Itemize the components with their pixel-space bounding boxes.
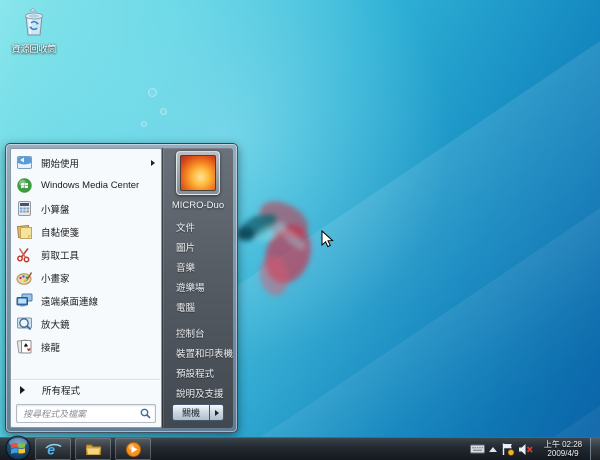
menu-item-help-and-support[interactable]: 說明及支援 bbox=[163, 383, 233, 403]
menu-item-label: 圖片 bbox=[175, 243, 195, 254]
folder-icon bbox=[85, 444, 101, 455]
show-hidden-icons-button[interactable] bbox=[487, 438, 499, 460]
shutdown-controls: 關機 bbox=[163, 404, 233, 421]
menu-item-label: 說明及支援 bbox=[175, 389, 224, 400]
show-desktop-button[interactable] bbox=[590, 438, 600, 460]
submenu-arrow-icon bbox=[150, 159, 155, 166]
menu-item-label: 開始使用 bbox=[41, 158, 80, 170]
start-menu-programs-panel: 開始使用 Windows Media Center 小算盤 自黏便箋 剪取工具 … bbox=[10, 148, 162, 428]
menu-item-remote-desktop[interactable]: 遠端桌面連線 bbox=[11, 289, 161, 312]
betta-fish-wallpaper bbox=[237, 201, 311, 296]
svg-text:♥: ♥ bbox=[27, 348, 31, 354]
menu-item-label: 控制台 bbox=[175, 329, 205, 340]
menu-item-label: Windows Media Center bbox=[41, 180, 140, 191]
taskbar: e 上午 02:28 2009/4/9 bbox=[0, 435, 600, 460]
user-picture-tile[interactable] bbox=[175, 151, 220, 195]
wallpaper-bubble bbox=[141, 121, 147, 127]
recycle-bin-icon bbox=[25, 7, 43, 36]
menu-item-getting-started[interactable]: 開始使用 bbox=[11, 151, 161, 174]
magnifier-icon bbox=[17, 317, 32, 331]
volume-button[interactable] bbox=[516, 438, 536, 460]
start-menu-bottom: 所有程式 bbox=[11, 378, 161, 423]
keyboard-icon bbox=[470, 444, 485, 454]
menu-item-calculator[interactable]: 小算盤 bbox=[11, 197, 161, 220]
menu-item-label: 文件 bbox=[175, 223, 195, 234]
shutdown-label: 關機 bbox=[181, 408, 200, 418]
solitaire-icon: ♠ ♥ bbox=[16, 339, 32, 354]
menu-item-control-panel[interactable]: 控制台 bbox=[163, 323, 233, 343]
menu-item-pictures[interactable]: 圖片 bbox=[163, 237, 233, 257]
hidden-icons-arrow-icon bbox=[489, 446, 497, 452]
all-programs-button[interactable]: 所有程式 bbox=[11, 380, 161, 400]
remote-desktop-icon bbox=[16, 293, 33, 307]
system-tray: 上午 02:28 2009/4/9 bbox=[468, 438, 600, 460]
shutdown-options-button[interactable] bbox=[209, 404, 224, 421]
getting-started-icon bbox=[17, 156, 32, 169]
start-menu-places-panel: MICRO-Duo 文件 圖片 音樂 遊樂場 電腦 控制台 裝置和印表機 預設程… bbox=[161, 148, 233, 428]
menu-item-documents[interactable]: 文件 bbox=[163, 217, 233, 237]
search-box bbox=[16, 404, 156, 423]
recycle-bin-label: 資源回收筒 bbox=[11, 44, 57, 54]
menu-item-label: 預設程式 bbox=[175, 369, 214, 380]
taskbar-button-windows-explorer[interactable] bbox=[75, 438, 111, 460]
taskbar-clock[interactable]: 上午 02:28 2009/4/9 bbox=[539, 440, 587, 458]
menu-item-default-programs[interactable]: 預設程式 bbox=[163, 363, 233, 383]
action-center-flag-icon bbox=[502, 443, 514, 456]
menu-item-label: 小算盤 bbox=[41, 204, 70, 216]
all-programs-label: 所有程式 bbox=[42, 385, 81, 397]
snipping-tool-icon bbox=[17, 248, 30, 263]
menu-item-label: 遠端桌面連線 bbox=[41, 296, 99, 308]
user-avatar bbox=[179, 155, 216, 191]
menu-item-sticky-notes[interactable]: 自黏便箋 bbox=[11, 220, 161, 243]
menu-item-label: 電腦 bbox=[175, 303, 195, 314]
menu-item-label: 音樂 bbox=[175, 263, 195, 274]
menu-item-solitaire[interactable]: ♠ ♥ 接龍 bbox=[11, 335, 161, 358]
paint-icon bbox=[16, 272, 33, 285]
media-center-icon bbox=[17, 178, 32, 193]
menu-item-paint[interactable]: 小畫家 bbox=[11, 266, 161, 289]
start-button[interactable] bbox=[5, 435, 31, 460]
menu-item-label: 放大鏡 bbox=[41, 319, 70, 331]
desktop: 資源回收筒 開始使用 Windows Media Center 小算盤 自黏便箋… bbox=[0, 0, 600, 460]
right-arrow-icon bbox=[20, 385, 25, 394]
right-arrow-icon bbox=[214, 409, 219, 416]
wallpaper-bubble bbox=[148, 88, 157, 97]
menu-item-windows-media-center[interactable]: Windows Media Center bbox=[11, 174, 161, 197]
internet-explorer-icon: e bbox=[44, 441, 61, 457]
taskbar-button-windows-media-player[interactable] bbox=[115, 438, 151, 460]
wallpaper-bubble bbox=[160, 108, 167, 115]
shutdown-button[interactable]: 關機 bbox=[171, 404, 209, 421]
taskbar-button-internet-explorer[interactable]: e bbox=[35, 438, 71, 460]
menu-item-label: 裝置和印表機 bbox=[175, 349, 233, 360]
menu-item-snipping-tool[interactable]: 剪取工具 bbox=[11, 243, 161, 266]
menu-item-label: 小畫家 bbox=[41, 273, 70, 285]
menu-item-label: 自黏便箋 bbox=[41, 227, 80, 239]
action-center-button[interactable] bbox=[499, 438, 516, 460]
sticky-notes-icon bbox=[16, 224, 32, 239]
menu-item-music[interactable]: 音樂 bbox=[163, 257, 233, 277]
clock-time: 上午 02:28 bbox=[543, 440, 583, 449]
menu-item-label: 接龍 bbox=[41, 342, 61, 354]
language-bar-button[interactable] bbox=[468, 438, 487, 460]
menu-item-games[interactable]: 遊樂場 bbox=[163, 277, 233, 297]
calculator-icon bbox=[18, 201, 31, 216]
start-menu: 開始使用 Windows Media Center 小算盤 自黏便箋 剪取工具 … bbox=[5, 143, 238, 433]
menu-item-magnifier[interactable]: 放大鏡 bbox=[11, 312, 161, 335]
menu-item-label: 遊樂場 bbox=[175, 283, 205, 294]
clock-date: 2009/4/9 bbox=[547, 449, 579, 458]
menu-item-computer[interactable]: 電腦 bbox=[163, 297, 233, 317]
user-name[interactable]: MICRO-Duo bbox=[163, 200, 233, 211]
mouse-cursor bbox=[321, 230, 334, 248]
volume-muted-icon bbox=[519, 443, 533, 455]
menu-item-devices-and-printers[interactable]: 裝置和印表機 bbox=[163, 343, 233, 363]
media-player-icon bbox=[125, 441, 141, 457]
search-icon[interactable] bbox=[140, 408, 151, 419]
recycle-bin-desktop-icon[interactable]: 資源回收筒 bbox=[8, 4, 60, 54]
menu-item-label: 剪取工具 bbox=[41, 250, 80, 262]
search-input[interactable] bbox=[16, 404, 156, 423]
